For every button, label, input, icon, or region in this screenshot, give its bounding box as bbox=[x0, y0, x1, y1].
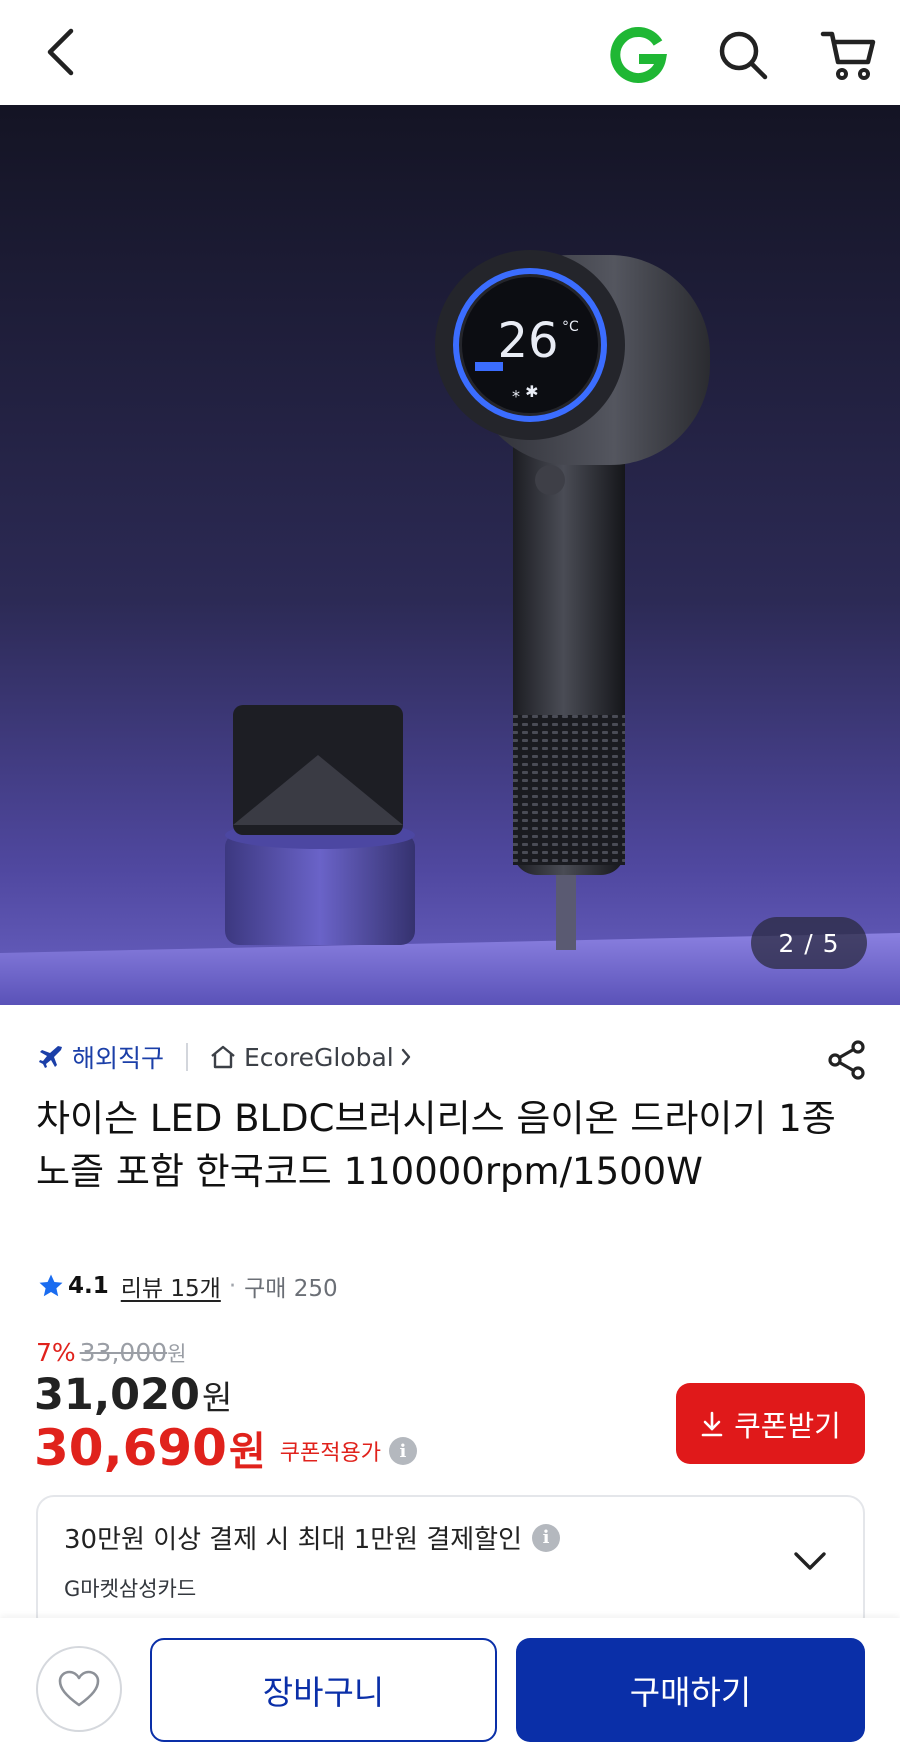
search-button[interactable] bbox=[710, 22, 776, 88]
card-discount-promo[interactable]: 30만원 이상 결제 시 최대 1만원 결제할인 i G마켓삼성카드 bbox=[36, 1495, 865, 1635]
reviews-link[interactable]: 리뷰 15개 bbox=[121, 1269, 221, 1303]
expand-button[interactable] bbox=[788, 1539, 832, 1583]
product-image-gallery[interactable]: 26 °C ⁎ ✱ bbox=[0, 105, 900, 1005]
display-unit: °C bbox=[562, 319, 579, 335]
coupon-price-row: 30,690 원 쿠폰적용가 i bbox=[34, 1416, 417, 1480]
cart-button[interactable] bbox=[812, 22, 884, 88]
wishlist-button[interactable] bbox=[36, 1646, 122, 1732]
heart-icon bbox=[58, 1670, 100, 1707]
promo-headline: 30만원 이상 결제 시 최대 1만원 결제할인 bbox=[64, 1525, 523, 1555]
discount-rate: 7% bbox=[36, 1338, 76, 1367]
share-icon bbox=[828, 1040, 865, 1080]
share-button[interactable] bbox=[823, 1036, 871, 1084]
promo-card-name: G마켓삼성카드 bbox=[64, 1577, 197, 1601]
divider bbox=[186, 1043, 189, 1071]
shop-name: EcoreGlobal bbox=[244, 1042, 394, 1072]
overseas-label: 해외직구 bbox=[72, 1044, 165, 1073]
promo-info-icon[interactable]: i bbox=[532, 1523, 561, 1552]
svg-text:⁎ ✱: ⁎ ✱ bbox=[512, 382, 539, 401]
separator-dot: · bbox=[228, 1273, 237, 1299]
info-icon[interactable]: i bbox=[388, 1437, 417, 1465]
hair-dryer-product-image: 26 °C ⁎ ✱ bbox=[0, 105, 900, 1005]
coupon-price-unit: 원 bbox=[228, 1429, 266, 1475]
cart-icon bbox=[820, 31, 876, 80]
purchase-count: 구매 250 bbox=[244, 1276, 338, 1302]
display-temperature: 26 bbox=[497, 313, 558, 369]
back-button[interactable] bbox=[30, 22, 90, 82]
chevron-left-icon bbox=[47, 28, 74, 76]
image-counter: 2 / 5 bbox=[751, 917, 867, 969]
add-to-cart-button[interactable]: 장바구니 bbox=[150, 1638, 497, 1742]
top-app-bar bbox=[0, 0, 900, 105]
overseas-direct-badge[interactable]: 해외직구 bbox=[38, 1039, 164, 1075]
coupon-price: 30,690 bbox=[34, 1419, 227, 1477]
star-icon bbox=[38, 1273, 64, 1299]
shop-home-icon bbox=[210, 1044, 236, 1070]
sale-price: 31,020 bbox=[34, 1370, 200, 1420]
get-coupon-label: 쿠폰받기 bbox=[734, 1408, 841, 1443]
promo-headline-row: 30만원 이상 결제 시 최대 1만원 결제할인 i bbox=[64, 1519, 561, 1556]
shop-link[interactable]: EcoreGlobal bbox=[210, 1043, 412, 1072]
buy-now-button[interactable]: 구매하기 bbox=[516, 1638, 865, 1742]
seller-row: 해외직구 EcoreGlobal bbox=[38, 1035, 412, 1079]
rating-score: 4.1 bbox=[68, 1273, 109, 1299]
search-icon bbox=[719, 31, 768, 80]
get-coupon-button[interactable]: 쿠폰받기 bbox=[676, 1383, 865, 1464]
chevron-down-icon bbox=[794, 1552, 826, 1570]
coupon-price-label: 쿠폰적용가 bbox=[279, 1441, 381, 1466]
product-title: 차이슨 LED BLDC브러시리스 음이온 드라이기 1종노즐 포함 한국코드 … bbox=[36, 1097, 836, 1193]
bottom-action-bar: 장바구니 구매하기 bbox=[0, 1618, 900, 1759]
chevron-right-icon bbox=[400, 1047, 412, 1067]
rating-row: 4.1 리뷰 15개 · 구매 250 bbox=[38, 1264, 338, 1308]
gmarket-g-icon bbox=[610, 26, 667, 83]
original-price: 33,000 bbox=[79, 1338, 168, 1367]
sale-price-unit: 원 bbox=[201, 1378, 233, 1417]
discount-row: 7% 33,000 원 bbox=[36, 1338, 186, 1370]
airplane-icon bbox=[38, 1044, 64, 1070]
gmarket-home-button[interactable] bbox=[605, 22, 671, 88]
download-icon bbox=[700, 1410, 724, 1438]
original-price-unit: 원 bbox=[167, 1342, 187, 1366]
